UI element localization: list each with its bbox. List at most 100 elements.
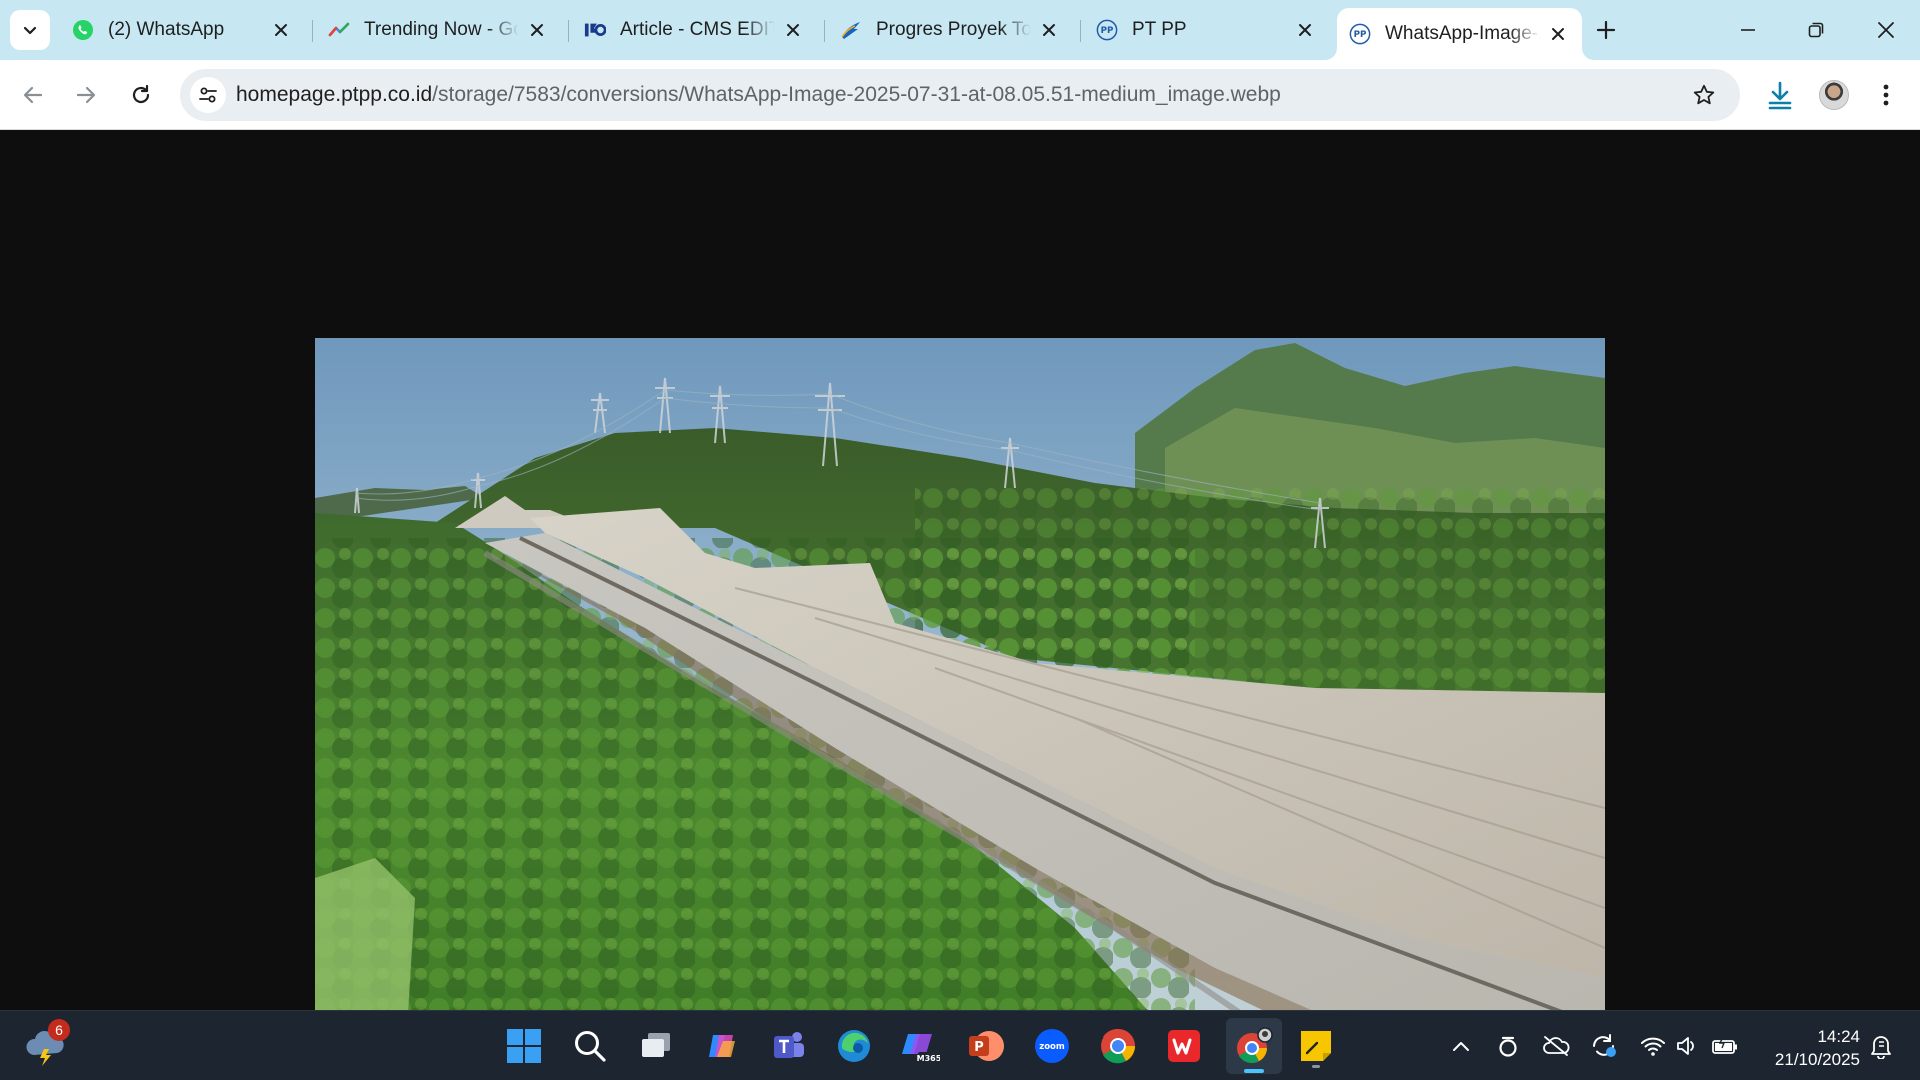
tab-progres-proyek[interactable]: Progres Proyek Tol [828,8,1073,52]
edge-button[interactable] [830,1022,878,1070]
close-icon[interactable] [1293,18,1317,42]
plus-icon [1596,20,1616,40]
url-domain: homepage.ptpp.co.id [236,83,433,106]
bookmark-button[interactable] [1690,81,1718,109]
clock-date: 21/10/2025 [1774,1050,1860,1069]
downloads-button[interactable] [1760,75,1800,115]
search-icon [575,1031,606,1062]
arrow-right-icon [76,86,96,104]
m365-button[interactable]: M365 [896,1022,944,1070]
browser-toolbar: homepage.ptpp.co.id/storage/7583/convers… [0,60,1920,130]
photo-illustration [315,338,1605,1064]
m365-label: M365 [917,1054,940,1063]
tab-title: Trending Now - Google Trends [364,19,519,40]
avatar [1819,80,1849,110]
download-icon [1768,81,1792,110]
url-text[interactable]: homepage.ptpp.co.id/storage/7583/convers… [236,69,1281,121]
task-view-button[interactable] [632,1022,680,1070]
star-icon [1693,84,1715,105]
ptpp-icon: PP [1349,23,1371,45]
tray-app-button[interactable] [1493,1029,1523,1063]
chrome-profile-button[interactable] [1226,1018,1282,1074]
tab-pt-pp[interactable]: PP PT PP [1084,8,1329,52]
ring-icon [1499,1036,1517,1057]
svg-text:PP: PP [1354,30,1367,40]
arrow-left-icon [23,86,43,104]
sticky-notes-button[interactable] [1292,1022,1340,1070]
restore-button[interactable] [1794,8,1838,52]
copilot-icon [709,1035,735,1057]
tab-google-trends[interactable]: Trending Now - Google Trends [316,8,561,52]
tab-title: Article - CMS EDITOR [620,19,775,40]
close-icon[interactable] [525,18,549,42]
site-info-button[interactable] [190,77,226,113]
system-clock[interactable]: 14:24 21/10/2025 [1748,1025,1860,1071]
kebab-menu-icon [1883,84,1889,106]
notification-center-button[interactable] [1866,1029,1896,1063]
copilot-button[interactable] [698,1022,746,1070]
battery-charging-icon [1712,1036,1737,1054]
clock-time: 14:24 [1817,1027,1860,1046]
sync-button[interactable] [1589,1029,1619,1063]
reload-button[interactable] [121,75,161,115]
taskbar-search-button[interactable] [566,1022,614,1070]
minimize-icon [1741,29,1755,31]
address-bar[interactable]: homepage.ptpp.co.id/storage/7583/convers… [180,69,1740,121]
restore-icon [1808,22,1824,38]
sync-icon [1593,1034,1616,1057]
chrome-button[interactable] [1094,1022,1142,1070]
close-icon[interactable] [1037,18,1061,42]
svg-text:P: P [974,1040,984,1055]
ptpp-icon: PP [1096,19,1118,41]
show-hidden-icons-button[interactable] [1446,1029,1476,1063]
powerpoint-button[interactable]: P [962,1022,1010,1070]
tab-strip: (2) WhatsApp Trending Now - Google Trend… [0,0,1920,60]
minimize-button[interactable] [1726,8,1770,52]
speaker-icon [1677,1037,1694,1055]
zoom-button[interactable]: zoom [1028,1022,1076,1070]
close-icon[interactable] [781,18,805,42]
notification-bell-icon [1871,1036,1891,1059]
tune-icon [199,87,217,103]
teams-button[interactable] [764,1022,812,1070]
zoom-icon: zoom [1035,1029,1069,1063]
tab-cms-editor[interactable]: Article - CMS EDITOR [572,8,817,52]
new-tab-button[interactable] [1590,14,1622,46]
profile-button[interactable] [1814,75,1854,115]
teams-icon [774,1032,804,1058]
tab-separator [312,20,313,42]
close-icon[interactable] [1546,22,1570,46]
onedrive-button[interactable] [1541,1029,1571,1063]
close-icon [1878,22,1894,38]
tab-title: WhatsApp-Image-2025-07-31-at-08.05.51-me… [1385,23,1540,44]
m365-icon: M365 [902,1034,940,1064]
page-viewport [0,131,1920,1064]
tab-whatsapp-image[interactable]: PP WhatsApp-Image-2025-07-31-at-08.05.51… [1337,8,1582,60]
powerpoint-icon: P [969,1031,1004,1061]
pp-arrow-icon [840,19,862,41]
chrome-profile-icon [1237,1027,1273,1063]
tab-search-button[interactable] [10,10,50,50]
battery-button[interactable] [1710,1029,1740,1063]
forward-button[interactable] [66,75,106,115]
cms-icon [584,19,606,41]
chevron-up-icon [1453,1042,1469,1051]
back-button[interactable] [13,75,53,115]
toll-road-photo[interactable] [315,338,1605,1064]
tab-title: PT PP [1132,19,1187,40]
windows-taskbar: 6 M365 P zoom 14:24 21/10/2025 [0,1010,1920,1080]
close-window-button[interactable] [1864,8,1908,52]
volume-button[interactable] [1672,1029,1702,1063]
cloud-off-icon [1543,1036,1570,1056]
tab-title: Progres Proyek Tol [876,19,1031,40]
wps-office-button[interactable] [1160,1022,1208,1070]
wifi-button[interactable] [1638,1029,1668,1063]
sticky-notes-icon [1301,1031,1331,1061]
menu-button[interactable] [1866,75,1906,115]
start-button[interactable] [500,1022,548,1070]
wps-icon [1168,1030,1200,1062]
close-icon[interactable] [269,18,293,42]
tab-separator [824,20,825,42]
whatsapp-icon [72,19,94,41]
tab-whatsapp[interactable]: (2) WhatsApp [60,8,305,52]
